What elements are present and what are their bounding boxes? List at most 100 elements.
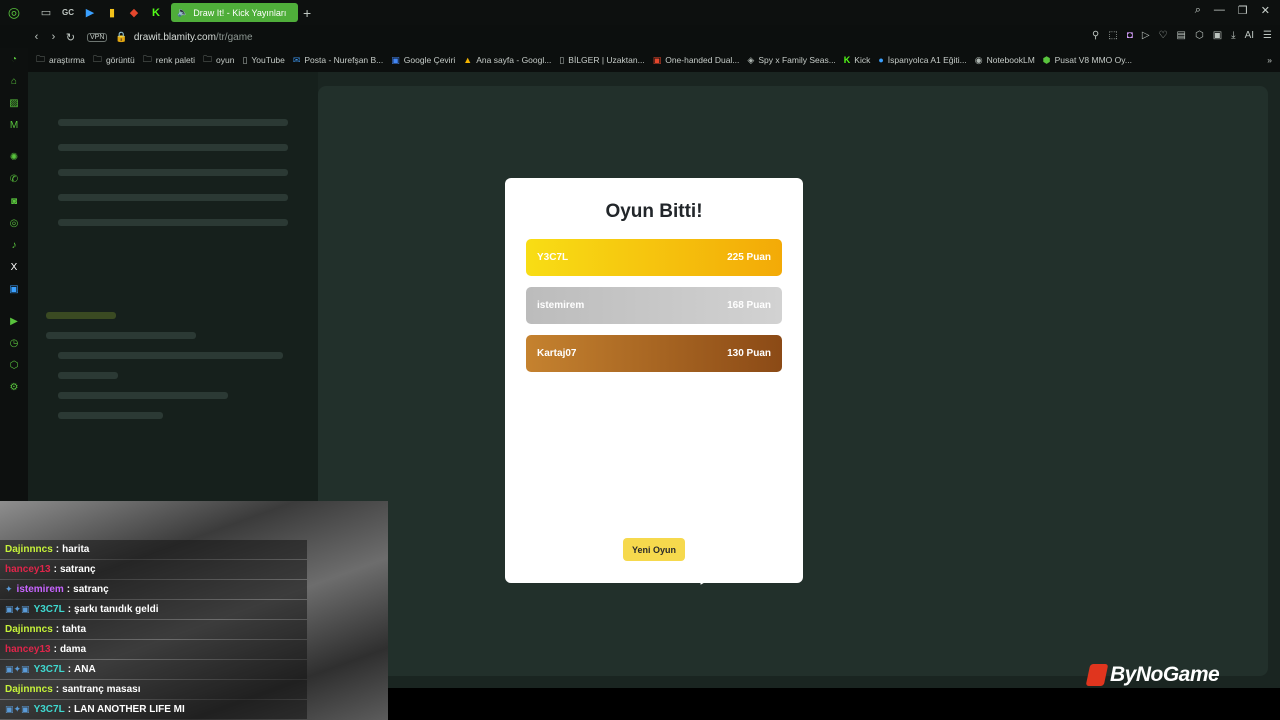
chat-message-text: dama: [59, 644, 87, 655]
chat-username: Dajinnncs: [5, 624, 53, 635]
speaker-icon[interactable]: 🔈: [177, 7, 188, 18]
bookmark-item[interactable]: ▯ YouTube: [242, 55, 284, 66]
result-player-name: istemirem: [537, 300, 585, 311]
chat-badge-icon: ▣✦▣: [5, 664, 30, 674]
heart-icon[interactable]: ♡: [1159, 30, 1168, 41]
translate-icon: ▣: [391, 54, 400, 65]
chatgpt-icon[interactable]: ✺: [7, 150, 21, 164]
bookmark-item[interactable]: ▲ Ana sayfa - Googl...: [463, 55, 551, 65]
mail-icon: ✉: [292, 54, 301, 65]
messenger-icon[interactable]: M: [7, 118, 21, 132]
search-icon[interactable]: ⌕: [1195, 4, 1201, 17]
whatsapp-icon[interactable]: ✆: [7, 172, 21, 186]
notebook-icon: ◉: [974, 54, 983, 65]
tab-bar: ◎ ▭ GC ▶ ▮ ◆ K 🔈 Draw It! - Kick Yayınla…: [0, 0, 1280, 25]
new-tab-button[interactable]: +: [303, 5, 311, 21]
bookmark-item[interactable]: 🗀 renk paleti: [143, 52, 195, 68]
page-icon[interactable]: ▤: [1177, 30, 1186, 41]
chat-message-text: tahta: [62, 624, 87, 635]
x-twitter-icon[interactable]: X: [7, 260, 21, 274]
chat-separator: :: [53, 564, 57, 575]
player-row: [58, 119, 288, 126]
bookmark-item[interactable]: 🗀 görüntü: [93, 52, 135, 68]
active-tab[interactable]: 🔈 Draw It! - Kick Yayınları: [171, 3, 298, 22]
reload-icon[interactable]: ↻: [62, 31, 79, 44]
url-path: /tr/game: [215, 31, 253, 43]
minimize-icon[interactable]: —: [1214, 4, 1225, 17]
bookmark-item[interactable]: ▣ Google Çeviri: [391, 55, 455, 66]
restore-icon[interactable]: ❐: [1238, 4, 1248, 17]
play-icon[interactable]: ▷: [1142, 30, 1150, 41]
back-icon[interactable]: ‹: [28, 31, 45, 43]
bookmark-item[interactable]: K Kick: [844, 55, 871, 65]
bookmark-item[interactable]: ◈ Spy x Family Seas...: [747, 55, 835, 66]
pocket-icon[interactable]: ◘: [1127, 30, 1133, 41]
tab-icon-bars[interactable]: ▮: [101, 2, 123, 24]
extensions-sidebar-icon[interactable]: ⬡: [7, 358, 21, 372]
chat-username: istemirem: [16, 584, 64, 595]
result-row-third: Kartaj07 130 Puan: [526, 335, 782, 372]
player-row: [58, 169, 288, 176]
player-row: [58, 194, 288, 201]
menu-icon[interactable]: ☰: [1263, 30, 1272, 41]
tab-icon-shape[interactable]: ◆: [123, 2, 145, 24]
avatar[interactable]: ▣: [1213, 30, 1222, 41]
bookmark-item[interactable]: ⬢ Pusat V8 MMO Oy...: [1043, 55, 1132, 66]
active-tab-title: Draw It! - Kick Yayınları: [193, 7, 287, 18]
lock-icon[interactable]: 🔒: [115, 32, 127, 43]
speed-dial-icon[interactable]: ◔: [7, 52, 21, 66]
workspace-icon[interactable]: ⌂: [7, 74, 21, 88]
bookmarks-more-icon[interactable]: »: [1267, 55, 1272, 65]
chat-message: ✦ istemirem: satranç: [0, 580, 307, 599]
bookmark-item[interactable]: ◉ NotebookLM: [975, 55, 1035, 66]
settings-icon[interactable]: ⚙: [7, 380, 21, 394]
game-over-modal: Oyun Bitti! Y3C7L 225 Puan istemirem 168…: [505, 178, 803, 583]
extensions-icon[interactable]: ⬡: [1195, 30, 1204, 41]
discord-icon[interactable]: ◙: [7, 194, 21, 208]
folder-icon: 🗀: [142, 54, 152, 64]
tab-icon-1[interactable]: ▭: [35, 2, 57, 24]
game-icon: ⬢: [1042, 54, 1051, 65]
result-row-first: Y3C7L 225 Puan: [526, 239, 782, 276]
snapshot-icon[interactable]: ⬚: [1108, 30, 1117, 41]
close-icon[interactable]: ✕: [1261, 4, 1270, 17]
bookmark-item[interactable]: 🗀 oyun: [203, 52, 234, 68]
url-field[interactable]: drawit.blamity.com/tr/game: [134, 32, 253, 43]
download-icon[interactable]: ⤓: [1231, 30, 1235, 41]
new-game-button[interactable]: Yeni Oyun: [623, 538, 685, 561]
chat-message-text: satranç: [73, 584, 109, 595]
chat-message-text: LAN ANOTHER LIFE MI: [74, 704, 185, 715]
opera-menu-icon[interactable]: ◎: [3, 2, 25, 24]
tab-icon-kick[interactable]: K: [145, 2, 167, 24]
crypto-wallet-icon[interactable]: ▨: [7, 96, 21, 110]
forward-icon[interactable]: ›: [45, 31, 62, 43]
player-row: [58, 219, 288, 226]
result-score: 225 Puan: [727, 252, 771, 263]
chat-message-text: satranç: [59, 564, 96, 575]
vpn-badge[interactable]: VPN: [87, 32, 108, 42]
page-icon: ▯: [559, 54, 565, 65]
app-icon[interactable]: ▣: [7, 282, 21, 296]
globe-icon: ●: [878, 55, 884, 65]
game-chat-line: [58, 412, 163, 419]
bookmark-item[interactable]: 🗀 araştırma: [36, 52, 85, 68]
chat-username: hancey13: [5, 564, 51, 575]
tab-gc[interactable]: GC: [57, 2, 79, 24]
instagram-icon[interactable]: ◎: [7, 216, 21, 230]
modal-title: Oyun Bitti!: [605, 201, 703, 222]
chat-message: ▣✦▣ Y3C7L: LAN ANOTHER LIFE MI: [0, 700, 307, 719]
chat-username: Y3C7L: [33, 664, 65, 675]
ai-button[interactable]: AI: [1245, 30, 1254, 41]
game-chat-line: [58, 372, 118, 379]
history-icon[interactable]: ◷: [7, 336, 21, 350]
bookmark-item[interactable]: ▣ One-handed Dual...: [653, 55, 740, 66]
tab-icon-play[interactable]: ▶: [79, 2, 101, 24]
player-row: [58, 144, 288, 151]
player-icon[interactable]: ▶: [7, 314, 21, 328]
tiktok-icon[interactable]: ♪: [7, 238, 21, 252]
bookmark-item[interactable]: ✉ Posta - Nurefşan B...: [293, 55, 383, 66]
pin-icon[interactable]: ⚲: [1092, 30, 1099, 41]
bookmark-item[interactable]: ● İspanyolca A1 Eğiti...: [878, 55, 966, 65]
bookmark-item[interactable]: ▯ BİLGER | Uzaktan...: [559, 55, 644, 66]
chat-message-text: şarkı tanıdık geldi: [74, 604, 159, 615]
